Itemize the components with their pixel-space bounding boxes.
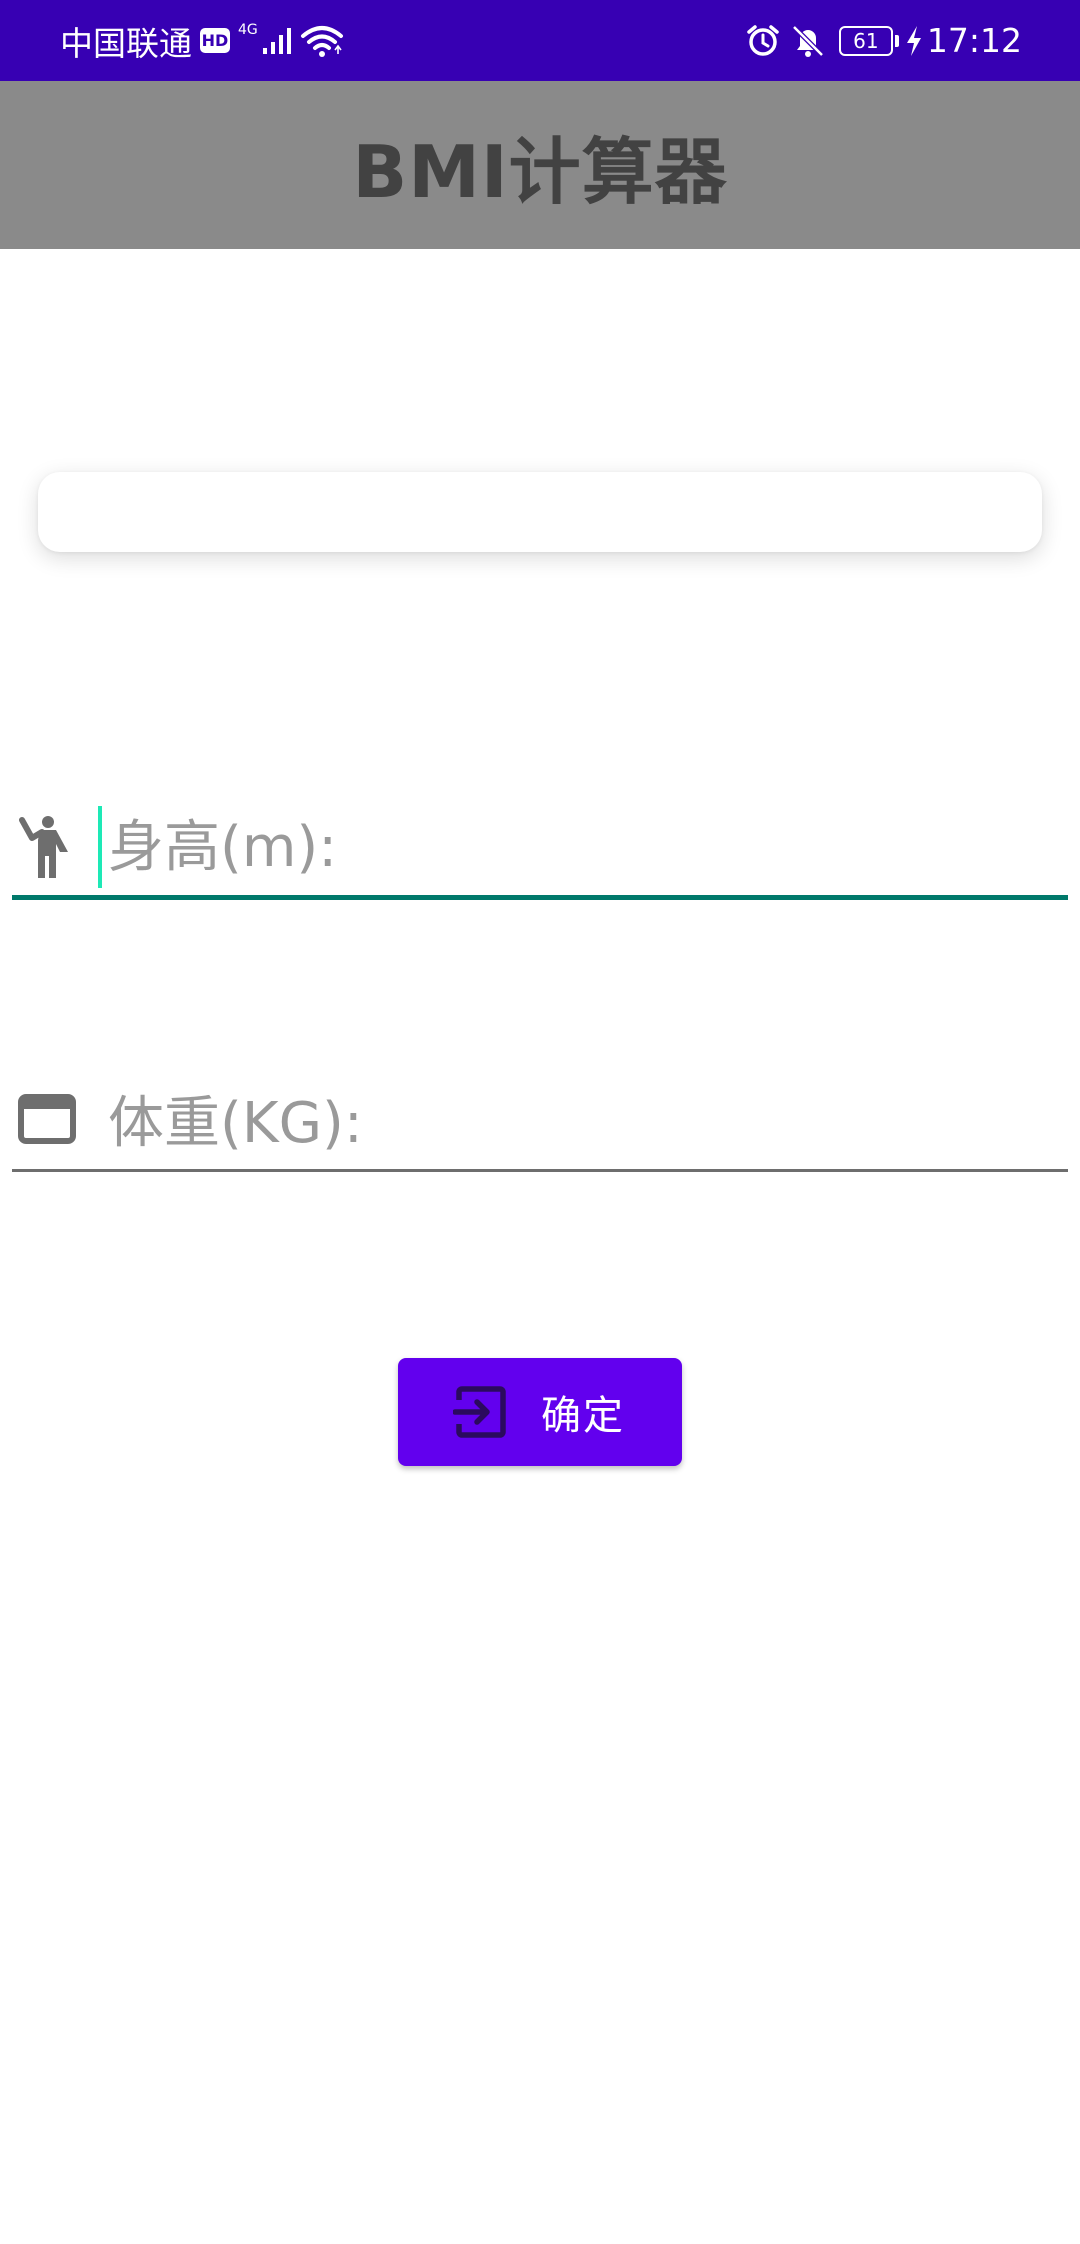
wifi-icon <box>300 25 343 57</box>
person-waving-icon <box>19 816 68 878</box>
hd-badge: HD <box>200 28 230 53</box>
status-bar-right: 61 17:12 <box>745 0 1022 81</box>
weight-input[interactable] <box>98 1080 1058 1172</box>
battery-icon: 61 <box>838 25 893 56</box>
network-type: 4G <box>238 22 258 38</box>
alarm-icon <box>747 24 779 56</box>
text-cursor <box>98 806 102 888</box>
battery-tip <box>894 34 899 47</box>
bmi-calculator-screen: 中国联通 HD 4G 61 17:12 BMI计算器 身高(m): 体重(KG)… <box>0 0 1080 2244</box>
height-input-underline <box>12 895 1068 900</box>
app-bar: BMI计算器 <box>0 81 1080 249</box>
status-bar-left: 中国联通 HD 4G <box>60 0 344 81</box>
signal-icon <box>262 27 291 54</box>
page-title: BMI计算器 <box>352 129 728 214</box>
bell-off-icon <box>792 24 824 57</box>
height-input[interactable] <box>98 800 1058 900</box>
status-bar: 中国联通 HD 4G 61 17:12 <box>0 0 1080 81</box>
carrier-name: 中国联通 <box>60 23 192 63</box>
weight-input-underline <box>12 1169 1068 1172</box>
confirm-button-label: 确定 <box>541 1394 625 1438</box>
result-card <box>38 472 1042 552</box>
battery-level: 61 <box>853 28 879 53</box>
exit-to-app-icon <box>453 1386 506 1438</box>
weight-input-row[interactable] <box>12 1080 1068 1172</box>
height-input-row[interactable] <box>12 800 1068 900</box>
window-icon <box>18 1094 76 1144</box>
status-time: 17:12 <box>926 21 1022 60</box>
charging-bolt-icon <box>906 25 921 56</box>
confirm-button[interactable]: 确定 <box>398 1358 682 1466</box>
